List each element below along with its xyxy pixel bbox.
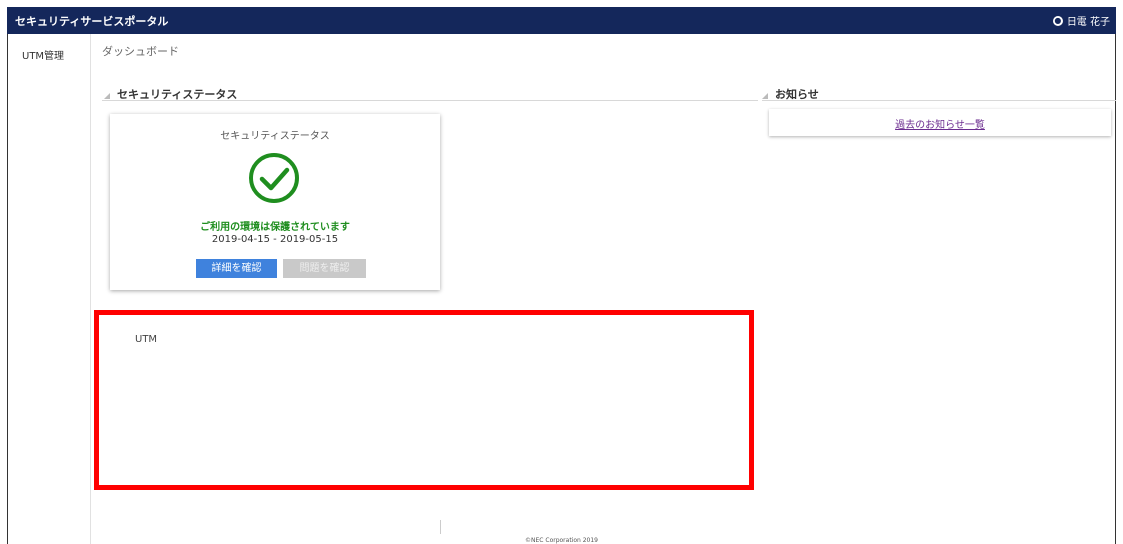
breadcrumb: ダッシュボード xyxy=(102,45,179,58)
news-section-divider xyxy=(762,100,1116,101)
status-section-divider xyxy=(102,100,758,101)
sidebar: UTM管理 xyxy=(8,34,91,544)
status-message: ご利用の環境は保護されています xyxy=(200,222,350,233)
view-issues-button[interactable]: 問題を確認 xyxy=(283,259,366,278)
security-status-card: セキュリティステータス ご利用の環境は保護されています 2019-04-15 -… xyxy=(110,114,440,290)
utm-panel: UTM xyxy=(94,310,754,490)
view-details-button[interactable]: 詳細を確認 xyxy=(196,259,277,278)
status-date-range: 2019-04-15 - 2019-05-15 xyxy=(211,234,339,245)
card-title: セキュリティステータス xyxy=(220,131,330,142)
user-name: 日電 花子 xyxy=(1066,17,1110,28)
user-icon: ● xyxy=(1052,15,1063,26)
app-header: セキュリティサービスポータル ● 日電 花子 xyxy=(7,7,1116,34)
utm-panel-title: UTM xyxy=(135,334,158,345)
footer-divider xyxy=(440,520,441,534)
footer-copyright: ©NEC Corporation 2019 xyxy=(525,537,598,544)
sidebar-item-utm[interactable]: UTM管理 xyxy=(22,47,64,62)
app-title: セキュリティサービスポータル xyxy=(15,15,169,28)
past-news-link[interactable]: 過去のお知らせ一覧 xyxy=(769,116,1111,131)
news-panel: 過去のお知らせ一覧 xyxy=(769,109,1111,136)
user-menu[interactable]: ● 日電 花子 xyxy=(1052,13,1110,28)
section-marker xyxy=(762,93,768,99)
check-circle-icon xyxy=(249,153,299,203)
section-marker xyxy=(104,93,110,99)
